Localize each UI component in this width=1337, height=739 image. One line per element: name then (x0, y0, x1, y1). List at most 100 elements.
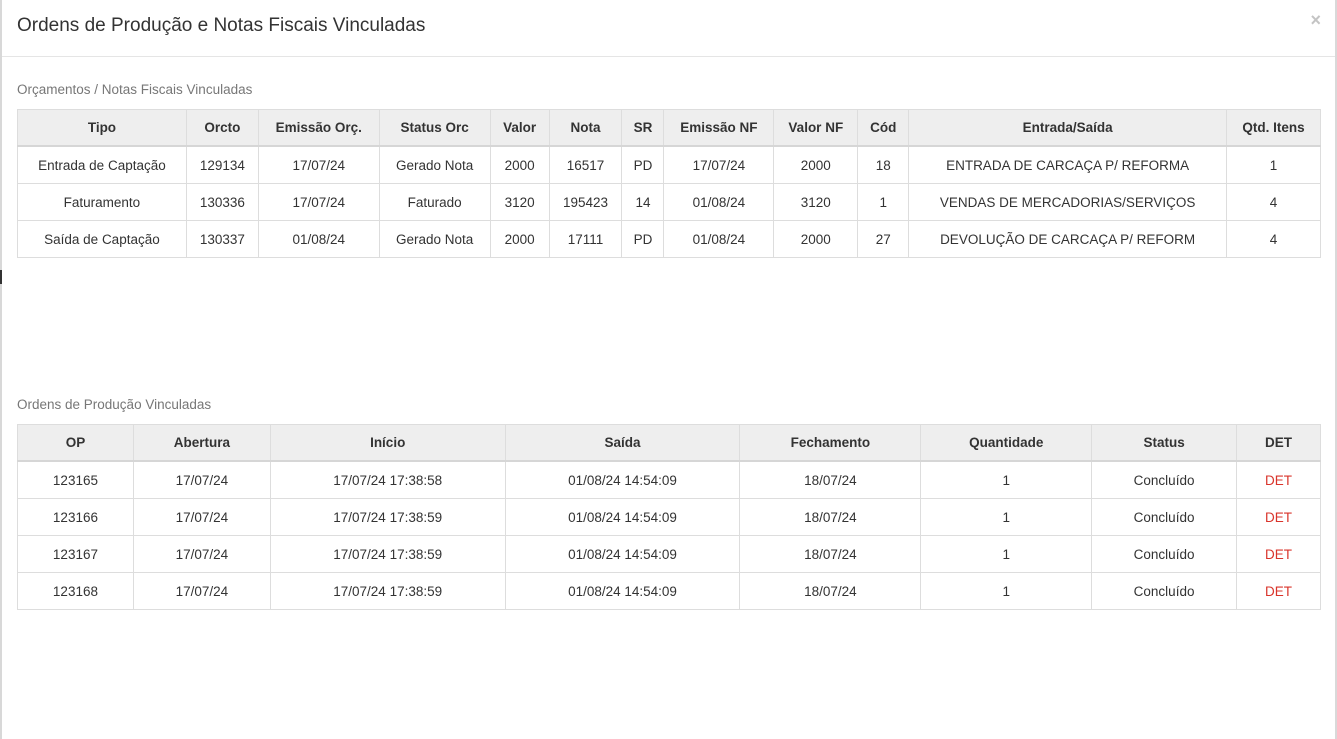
cell-status-orc: Gerado Nota (378, 220, 491, 258)
budgets-section-title: Orçamentos / Notas Fiscais Vinculadas (17, 82, 253, 97)
cell-inicio: 17/07/24 17:38:58 (269, 460, 506, 499)
cell-status: Concluído (1091, 572, 1238, 610)
cell-valor: 2000 (489, 145, 550, 184)
cell-nota: 16517 (548, 145, 623, 184)
budgets-header-row: Tipo Orcto Emissão Orç. Status Orc Valor… (17, 109, 1322, 147)
col-header-valor-nf[interactable]: Valor NF (773, 109, 859, 147)
cell-valor: 2000 (489, 220, 550, 258)
det-link[interactable]: DET (1265, 510, 1292, 525)
close-icon[interactable]: × (1310, 10, 1321, 30)
table-row: Entrada de Captação 129134 17/07/24 Gera… (17, 145, 1322, 184)
cell-sr: PD (621, 220, 665, 258)
cell-quantidade: 1 (920, 535, 1093, 573)
cell-inicio: 17/07/24 17:38:59 (269, 572, 506, 610)
cell-sr: 14 (621, 183, 665, 221)
cell-nota: 17111 (548, 220, 623, 258)
table-row: 123167 17/07/24 17/07/24 17:38:59 01/08/… (17, 535, 1321, 573)
cell-det: DET (1236, 498, 1321, 536)
col-header-cod[interactable]: Cód (857, 109, 910, 147)
cell-valor-nf: 2000 (773, 220, 859, 258)
col-header-emissao-orc[interactable]: Emissão Orç. (257, 109, 380, 147)
cell-saida: 01/08/24 14:54:09 (504, 498, 741, 536)
cell-saida: 01/08/24 14:54:09 (504, 572, 741, 610)
cell-quantidade: 1 (920, 460, 1093, 499)
cell-entrada-saida: DEVOLUÇÃO DE CARCAÇA P/ REFORM (908, 220, 1227, 258)
col-header-status[interactable]: Status (1091, 424, 1238, 462)
col-header-abertura[interactable]: Abertura (132, 424, 271, 462)
cell-op: 123166 (17, 498, 134, 536)
cell-fechamento: 18/07/24 (739, 535, 922, 573)
cell-entrada-saida: VENDAS DE MERCADORIAS/SERVIÇOS (908, 183, 1227, 221)
cell-abertura: 17/07/24 (132, 498, 271, 536)
orders-section-title: Ordens de Produção Vinculadas (17, 397, 212, 412)
cell-tipo: Faturamento (17, 183, 187, 221)
modal-title: Ordens de Produção e Notas Fiscais Vincu… (17, 15, 426, 36)
cell-op: 123165 (17, 460, 134, 499)
col-header-tipo[interactable]: Tipo (17, 109, 187, 147)
col-header-det[interactable]: DET (1236, 424, 1321, 462)
det-link[interactable]: DET (1265, 473, 1292, 488)
cell-status-orc: Faturado (378, 183, 491, 221)
cell-valor-nf: 2000 (773, 145, 859, 184)
table-row: 123166 17/07/24 17/07/24 17:38:59 01/08/… (17, 498, 1321, 536)
det-link[interactable]: DET (1265, 547, 1292, 562)
cell-det: DET (1236, 535, 1321, 573)
cell-valor: 3120 (489, 183, 550, 221)
cell-cod: 27 (857, 220, 910, 258)
cell-status-orc: Gerado Nota (378, 145, 491, 184)
cell-fechamento: 18/07/24 (739, 498, 922, 536)
cell-abertura: 17/07/24 (132, 572, 271, 610)
col-header-nota[interactable]: Nota (548, 109, 623, 147)
cell-qtd-itens: 4 (1225, 183, 1322, 221)
backdrop-edge (0, 0, 2, 739)
cell-emissao-orc: 17/07/24 (257, 145, 380, 184)
cell-tipo: Saída de Captação (17, 220, 187, 258)
col-header-emissao-nf[interactable]: Emissão NF (663, 109, 775, 147)
det-link[interactable]: DET (1265, 584, 1292, 599)
cell-abertura: 17/07/24 (132, 460, 271, 499)
col-header-saida[interactable]: Saída (504, 424, 741, 462)
cell-abertura: 17/07/24 (132, 535, 271, 573)
budgets-table: Tipo Orcto Emissão Orç. Status Orc Valor… (17, 109, 1322, 258)
col-header-op[interactable]: OP (17, 424, 134, 462)
cell-qtd-itens: 4 (1225, 220, 1322, 258)
col-header-quantidade[interactable]: Quantidade (920, 424, 1093, 462)
col-header-qtd-itens[interactable]: Qtd. Itens (1225, 109, 1322, 147)
col-header-valor[interactable]: Valor (489, 109, 550, 147)
col-header-fechamento[interactable]: Fechamento (739, 424, 922, 462)
col-header-inicio[interactable]: Início (269, 424, 506, 462)
cell-fechamento: 18/07/24 (739, 572, 922, 610)
cell-quantidade: 1 (920, 572, 1093, 610)
table-row: Faturamento 130336 17/07/24 Faturado 312… (17, 183, 1322, 221)
cell-orcto: 129134 (185, 145, 259, 184)
modal-header: Ordens de Produção e Notas Fiscais Vincu… (2, 0, 1335, 57)
cell-emissao-nf: 17/07/24 (663, 145, 775, 184)
cell-valor-nf: 3120 (773, 183, 859, 221)
cell-fechamento: 18/07/24 (739, 460, 922, 499)
cell-cod: 18 (857, 145, 910, 184)
cell-entrada-saida: ENTRADA DE CARCAÇA P/ REFORMA (908, 145, 1227, 184)
cell-emissao-orc: 17/07/24 (257, 183, 380, 221)
table-row: 123168 17/07/24 17/07/24 17:38:59 01/08/… (17, 572, 1321, 610)
table-row: 123165 17/07/24 17/07/24 17:38:58 01/08/… (17, 460, 1321, 499)
cell-orcto: 130337 (185, 220, 259, 258)
col-header-orcto[interactable]: Orcto (185, 109, 259, 147)
cell-det: DET (1236, 572, 1321, 610)
cell-op: 123167 (17, 535, 134, 573)
cell-det: DET (1236, 460, 1321, 499)
col-header-status-orc[interactable]: Status Orc (378, 109, 491, 147)
orders-table: OP Abertura Início Saída Fechamento Quan… (17, 424, 1321, 610)
cell-qtd-itens: 1 (1225, 145, 1322, 184)
cell-inicio: 17/07/24 17:38:59 (269, 498, 506, 536)
cell-status: Concluído (1091, 535, 1238, 573)
cell-emissao-nf: 01/08/24 (663, 220, 775, 258)
cell-tipo: Entrada de Captação (17, 145, 187, 184)
col-header-sr[interactable]: SR (621, 109, 665, 147)
cell-status: Concluído (1091, 498, 1238, 536)
cell-cod: 1 (857, 183, 910, 221)
orders-header-row: OP Abertura Início Saída Fechamento Quan… (17, 424, 1321, 462)
cell-quantidade: 1 (920, 498, 1093, 536)
col-header-entrada-saida[interactable]: Entrada/Saída (908, 109, 1227, 147)
cell-op: 123168 (17, 572, 134, 610)
cell-status: Concluído (1091, 460, 1238, 499)
